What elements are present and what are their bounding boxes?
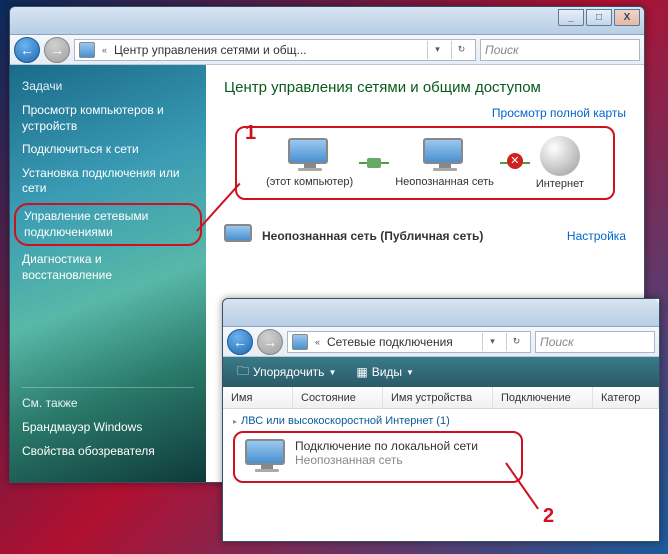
nav-toolbar: ← → « Сетевые подключения ▾ ↻ Поиск	[223, 327, 659, 357]
sidebar-link-setup[interactable]: Установка подключения или сети	[22, 162, 194, 201]
refresh-button[interactable]: ↻	[506, 333, 526, 351]
address-dropdown[interactable]: ▾	[427, 41, 447, 59]
sidebar-link-manage-connections[interactable]: Управление сетевыми подключениями	[14, 203, 202, 246]
connections-list: ЛВС или высокоскоростной Интернет (1) По…	[223, 409, 659, 489]
col-connection[interactable]: Подключение	[493, 387, 593, 408]
forward-button[interactable]: →	[44, 37, 70, 63]
connection-item-lan[interactable]: Подключение по локальной сети Неопознанн…	[233, 431, 523, 483]
views-label: Виды	[372, 365, 402, 379]
group-header[interactable]: ЛВС или высокоскоростной Интернет (1)	[233, 415, 649, 427]
sidebar-footer-heading: См. также	[22, 387, 194, 410]
address-dropdown[interactable]: ▾	[482, 333, 502, 351]
chevron-down-icon: ▼	[328, 368, 336, 377]
connection-subtitle: Неопознанная сеть	[295, 453, 478, 467]
node-this-computer: (этот компьютер)	[266, 138, 353, 188]
connection-line	[359, 162, 389, 164]
address-bar[interactable]: « Центр управления сетями и общ... ▾ ↻	[74, 39, 476, 61]
views-button[interactable]: ▦ Виды ▼	[350, 363, 420, 381]
sidebar-link-internet-options[interactable]: Свойства обозревателя	[22, 440, 194, 464]
computer-icon	[288, 138, 332, 174]
nav-toolbar: ← → « Центр управления сетями и общ... ▾…	[10, 35, 644, 65]
organize-label: Упорядочить	[253, 365, 324, 379]
globe-icon	[540, 136, 580, 176]
customize-link[interactable]: Настройка	[567, 229, 626, 243]
minimize-button[interactable]: _	[558, 9, 584, 26]
network-status-label: Неопознанная сеть (Публичная сеть)	[262, 229, 559, 243]
organize-button[interactable]: 🗀 Упорядочить ▼	[231, 360, 342, 385]
location-icon	[79, 42, 95, 58]
back-button[interactable]: ←	[14, 37, 40, 63]
command-toolbar: 🗀 Упорядочить ▼ ▦ Виды ▼	[223, 357, 659, 387]
forward-button[interactable]: →	[257, 329, 283, 355]
sidebar-heading: Задачи	[22, 79, 194, 93]
view-full-map-link[interactable]: Просмотр полной карты	[224, 106, 626, 120]
maximize-button[interactable]: □	[586, 9, 612, 26]
col-category[interactable]: Категор	[593, 387, 659, 408]
sidebar-link-view-computers[interactable]: Просмотр компьютеров и устройств	[22, 99, 194, 138]
tasks-sidebar: Задачи Просмотр компьютеров и устройств …	[10, 65, 206, 482]
breadcrumb-prefix: «	[99, 45, 110, 55]
titlebar: _ □ X	[10, 7, 644, 35]
connection-title: Подключение по локальной сети	[295, 439, 478, 453]
search-input[interactable]: Поиск	[480, 39, 640, 61]
connection-line-broken	[500, 162, 530, 164]
node-label: Интернет	[536, 178, 584, 190]
sidebar-link-connect[interactable]: Подключиться к сети	[22, 138, 194, 162]
sidebar-link-firewall[interactable]: Брандмауэр Windows	[22, 416, 194, 440]
column-headers: Имя Состояние Имя устройства Подключение…	[223, 387, 659, 409]
col-status[interactable]: Состояние	[293, 387, 383, 408]
page-title: Центр управления сетями и общим доступом	[224, 79, 626, 96]
network-status-icon	[224, 224, 254, 248]
address-bar[interactable]: « Сетевые подключения ▾ ↻	[287, 331, 531, 353]
lan-icon	[245, 439, 285, 475]
network-icon	[423, 138, 467, 174]
location-icon	[292, 334, 308, 350]
node-internet: Интернет	[536, 136, 584, 190]
address-text: Сетевые подключения	[327, 335, 478, 349]
titlebar	[223, 299, 659, 327]
network-connections-window: ← → « Сетевые подключения ▾ ↻ Поиск 🗀 Уп…	[222, 298, 660, 542]
back-button[interactable]: ←	[227, 329, 253, 355]
views-icon: ▦	[356, 365, 367, 379]
chevron-down-icon: ▼	[406, 368, 414, 377]
sidebar-link-diagnose[interactable]: Диагностика и восстановление	[22, 248, 194, 287]
refresh-button[interactable]: ↻	[451, 41, 471, 59]
node-label: Неопознанная сеть	[395, 176, 494, 188]
node-network: Неопознанная сеть	[395, 138, 494, 188]
network-status-row: Неопознанная сеть (Публичная сеть) Настр…	[224, 216, 626, 248]
breadcrumb-prefix: «	[312, 337, 323, 347]
col-device[interactable]: Имя устройства	[383, 387, 493, 408]
node-label: (этот компьютер)	[266, 176, 353, 188]
close-button[interactable]: X	[614, 9, 640, 26]
col-name[interactable]: Имя	[223, 387, 293, 408]
search-input[interactable]: Поиск	[535, 331, 655, 353]
network-map: (этот компьютер) Неопознанная сеть Интер…	[235, 126, 615, 200]
address-text: Центр управления сетями и общ...	[114, 43, 423, 57]
folder-icon: 🗀	[237, 362, 249, 383]
